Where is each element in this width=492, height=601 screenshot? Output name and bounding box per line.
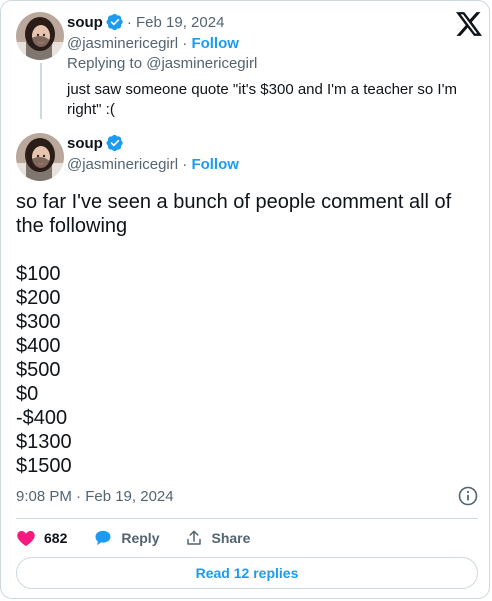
amount-line: $300 bbox=[16, 311, 61, 333]
amount-line: $200 bbox=[16, 287, 61, 309]
amount-line: $400 bbox=[16, 335, 61, 357]
share-icon bbox=[187, 530, 202, 545]
reply-bubble-icon bbox=[95, 530, 111, 546]
reply-context-text: just saw someone quote "it's $300 and I'… bbox=[67, 81, 457, 118]
follow-button[interactable]: Follow bbox=[191, 35, 239, 52]
main-author-row: soup bbox=[67, 134, 127, 152]
info-icon[interactable] bbox=[458, 486, 478, 506]
like-button[interactable]: 682 bbox=[16, 528, 67, 548]
reply-label: Reply bbox=[121, 530, 160, 546]
divider bbox=[16, 518, 478, 519]
avatar[interactable] bbox=[16, 133, 64, 181]
follow-button[interactable]: Follow bbox=[191, 156, 239, 173]
amount-line: $1300 bbox=[16, 431, 72, 453]
reply-handle-row: @jasminericegirl · Follow bbox=[67, 35, 239, 52]
amount-line: $0 bbox=[16, 383, 39, 405]
reply-author-row: soup · Feb 19, 2024 bbox=[67, 13, 225, 31]
share-button[interactable]: Share bbox=[185, 529, 250, 547]
amount-line: $100 bbox=[16, 263, 61, 285]
avatar[interactable] bbox=[16, 12, 64, 60]
tweet-text-intro: so far I've seen a bunch of people comme… bbox=[16, 191, 452, 237]
amount-line: -$400 bbox=[16, 407, 68, 429]
verified-badge-icon bbox=[106, 13, 124, 31]
action-bar: 682 Reply Share bbox=[16, 525, 250, 551]
main-handle-row: @jasminericegirl · Follow bbox=[67, 156, 239, 173]
share-label: Share bbox=[211, 530, 251, 546]
like-count: 682 bbox=[44, 530, 68, 546]
x-logo-icon[interactable] bbox=[456, 12, 482, 36]
amount-line: $500 bbox=[16, 359, 61, 381]
author-handle[interactable]: @jasminericegirl bbox=[67, 35, 178, 52]
reply-button[interactable]: Reply bbox=[93, 528, 159, 548]
verified-badge-icon bbox=[106, 134, 124, 152]
post-date[interactable]: Feb 19, 2024 bbox=[136, 14, 224, 31]
embedded-tweet-card: soup · Feb 19, 2024 @jasminericegirl · F… bbox=[0, 0, 490, 599]
amount-line: $1500 bbox=[16, 455, 72, 477]
author-handle[interactable]: @jasminericegirl bbox=[67, 156, 178, 173]
author-name[interactable]: soup bbox=[67, 14, 103, 31]
tweet-text: so far I've seen a bunch of people comme… bbox=[16, 190, 478, 478]
replying-to-label: Replying to @jasminericegirl bbox=[67, 55, 258, 72]
author-name[interactable]: soup bbox=[67, 135, 103, 152]
read-replies-button[interactable]: Read 12 replies bbox=[16, 557, 478, 589]
thread-connector-line bbox=[40, 63, 42, 119]
tweet-timestamp[interactable]: 9:08 PM · Feb 19, 2024 bbox=[16, 488, 174, 505]
heart-icon bbox=[17, 531, 35, 546]
